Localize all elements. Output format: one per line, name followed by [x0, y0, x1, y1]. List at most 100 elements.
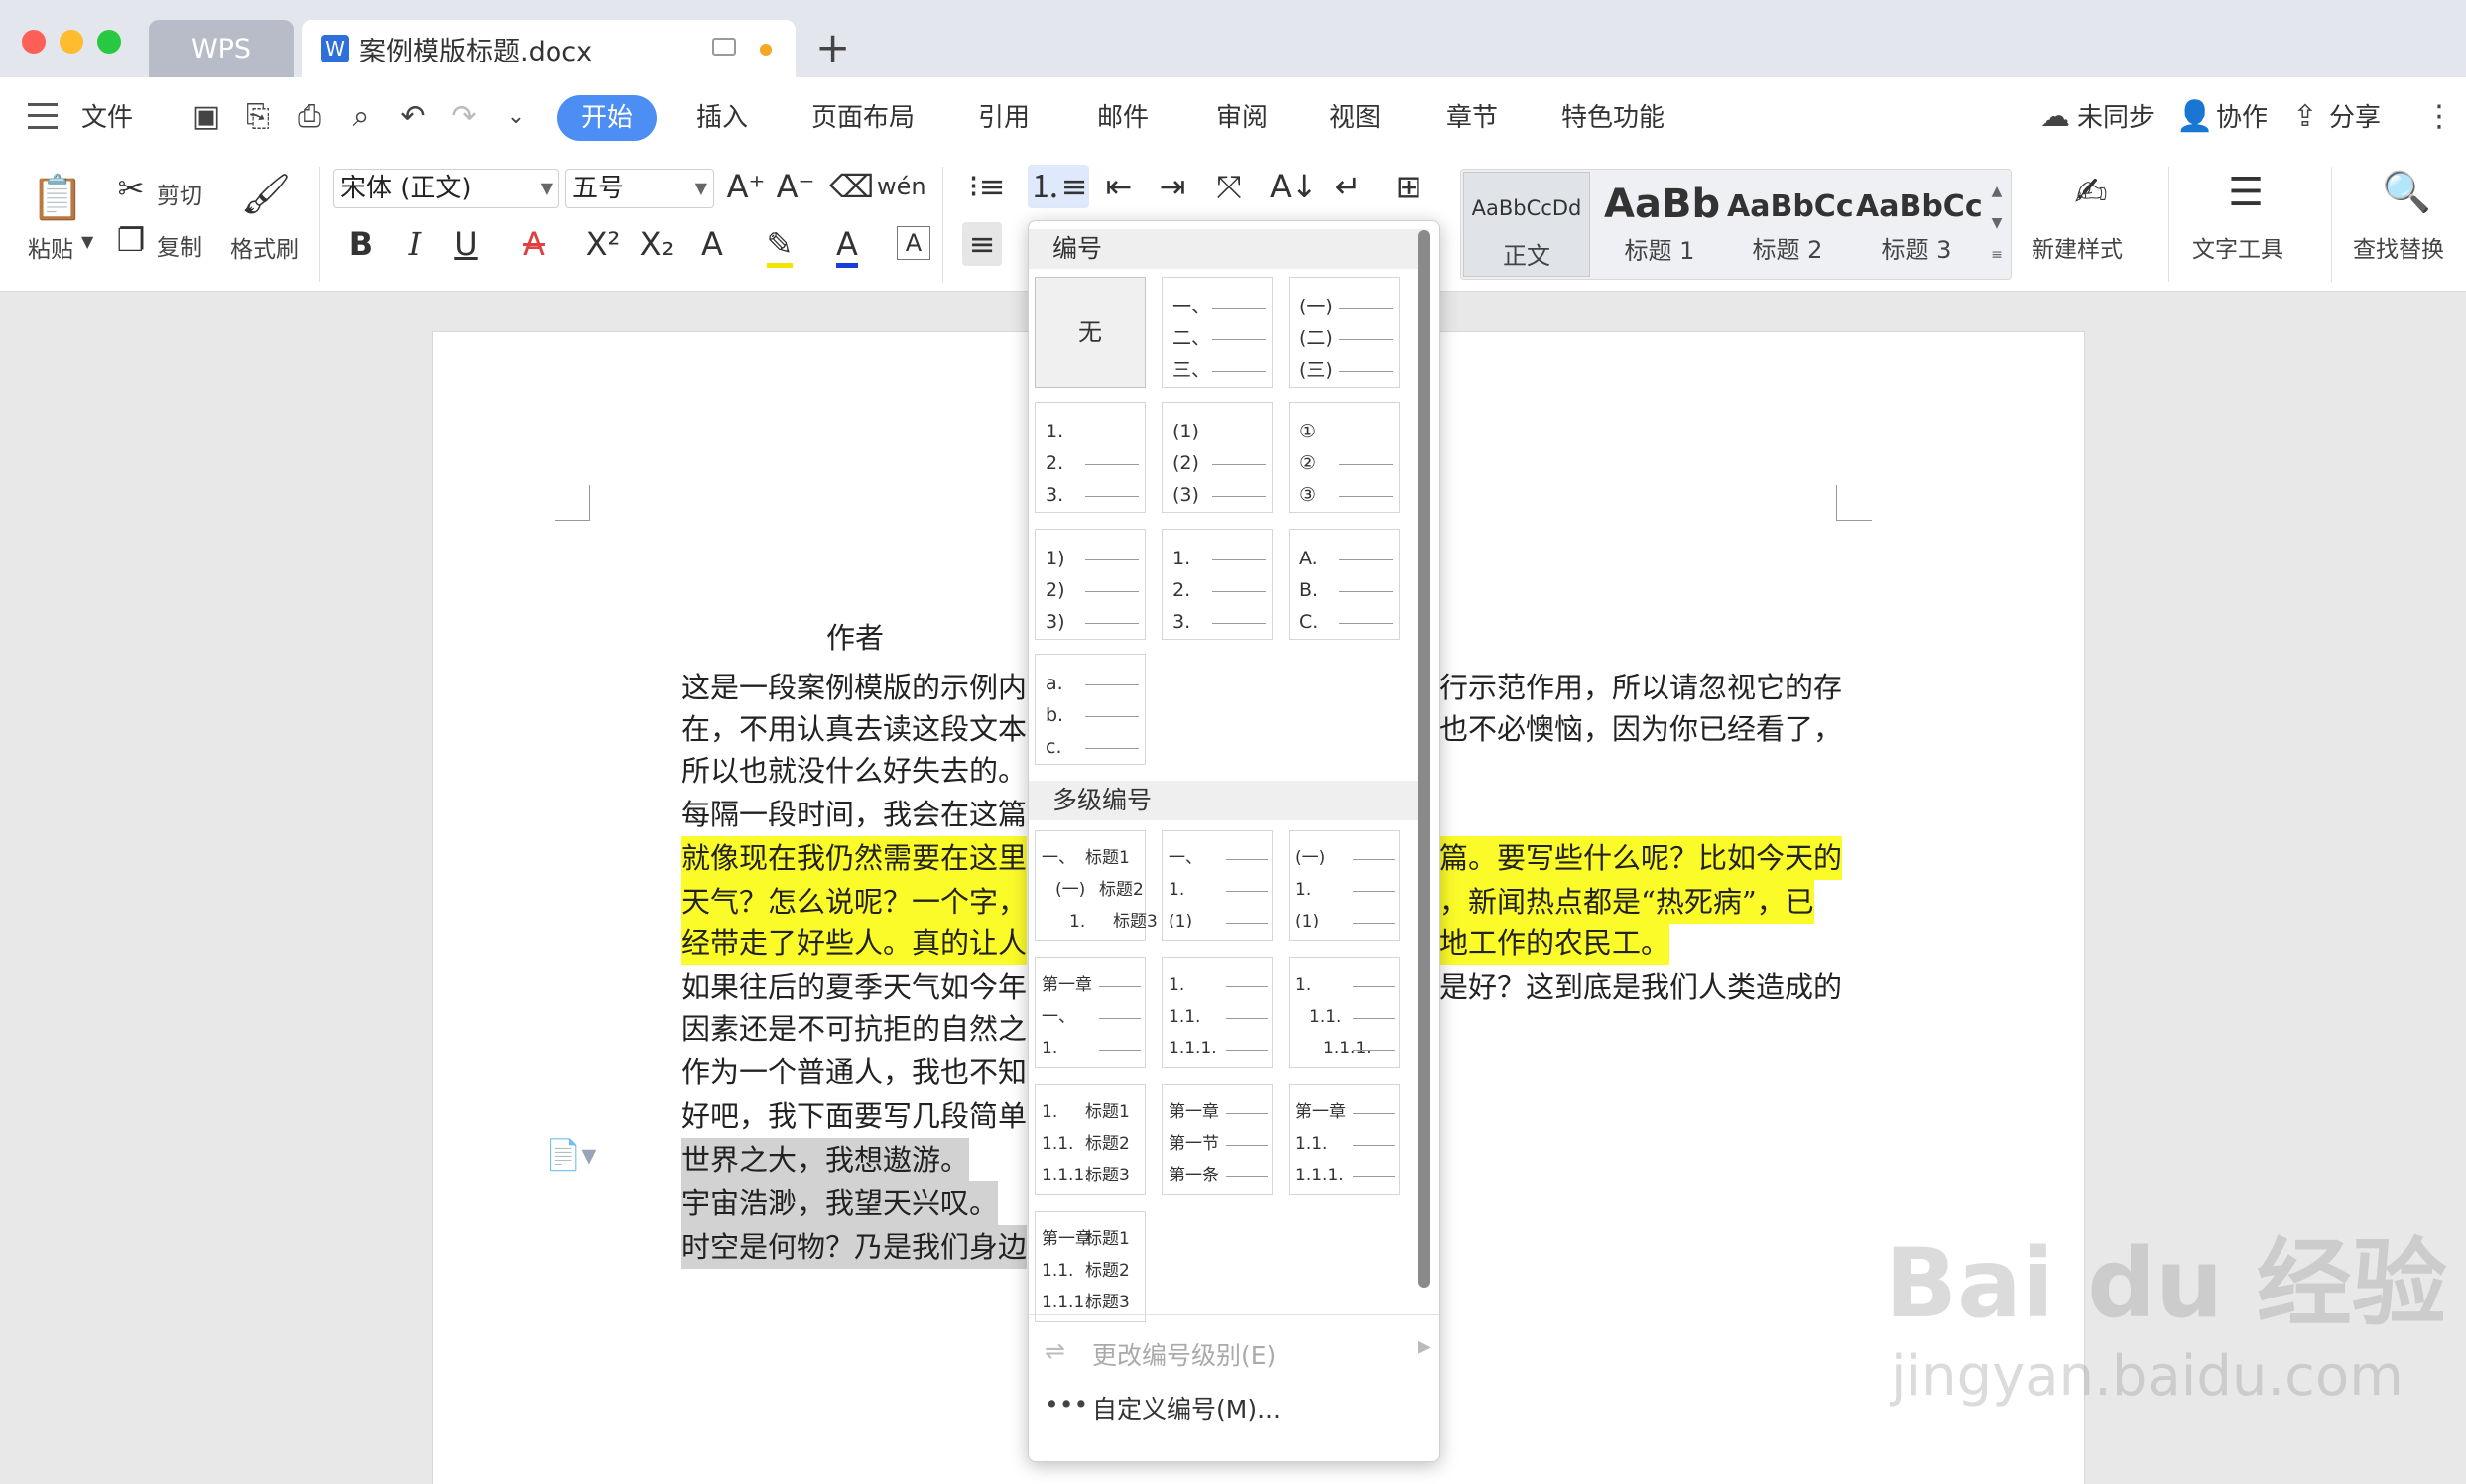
save-icon[interactable]: ▣: [188, 97, 224, 137]
collaborate-button[interactable]: 协作: [2216, 97, 2268, 139]
tab-references[interactable]: 引用: [978, 97, 1030, 139]
multilevel-style-option[interactable]: 1. 1.1. 1.1.1.: [1289, 957, 1400, 1068]
increase-indent-icon[interactable]: ⇥: [1153, 165, 1192, 208]
multilevel-style-option[interactable]: 1. 标题1 1.1. 标题2 1.1.1. 标题3: [1035, 1084, 1146, 1195]
font-color-icon[interactable]: A: [829, 222, 865, 268]
text-effect-icon[interactable]: A: [694, 222, 730, 266]
style-heading1[interactable]: AaBb( 标题 1: [1596, 172, 1723, 277]
print-preview-icon[interactable]: ⌕: [343, 97, 379, 137]
new-style-icon[interactable]: ✍: [2063, 165, 2119, 220]
more-quick-access-icon[interactable]: ⌄: [498, 97, 534, 137]
tab-special-features[interactable]: 特色功能: [1561, 97, 1665, 139]
show-marks-icon[interactable]: ↵: [1323, 165, 1373, 208]
align-left-icon[interactable]: ≡: [962, 222, 1002, 266]
zoom-window-button[interactable]: [97, 30, 121, 54]
clear-format-icon[interactable]: ⌫: [829, 165, 874, 208]
tab-review[interactable]: 审阅: [1216, 97, 1268, 139]
tab-chapter[interactable]: 章节: [1446, 97, 1498, 139]
tab-view[interactable]: 视图: [1329, 97, 1381, 139]
monitor-icon[interactable]: [712, 38, 736, 56]
shrink-font-icon[interactable]: A⁻: [776, 165, 815, 208]
multilevel-style-option[interactable]: 一、 标题1 (一) 标题2 1. 标题3: [1035, 830, 1158, 941]
multilevel-style-option[interactable]: 一、 1. (1): [1162, 830, 1273, 941]
format-painter-icon[interactable]: 🖌: [238, 167, 294, 222]
numbered-list-icon[interactable]: ⒈≡: [1028, 165, 1089, 208]
bold-icon[interactable]: B: [343, 222, 379, 266]
copy-button[interactable]: 复制: [157, 228, 202, 262]
multilevel-style-option[interactable]: 第一章 一、 1.: [1035, 957, 1146, 1068]
tab-home[interactable]: 开始: [581, 97, 633, 139]
numbering-style-option[interactable]: 1. 2. 3.: [1035, 402, 1146, 513]
numbering-style-option[interactable]: a. b. c.: [1035, 654, 1146, 765]
export-pdf-icon[interactable]: ⎘: [240, 97, 276, 137]
underline-icon[interactable]: U: [448, 222, 484, 266]
file-menu[interactable]: 文件: [81, 97, 133, 139]
decrease-indent-icon[interactable]: ⇤: [1099, 165, 1139, 208]
multilevel-style-option[interactable]: 第一章 标题1 1.1. 标题2 1.1.1. 标题3: [1035, 1211, 1146, 1322]
sort-icon[interactable]: A↓: [1270, 165, 1318, 208]
font-name-select[interactable]: 宋体 (正文) ▼: [333, 169, 559, 208]
new-tab-button[interactable]: +: [815, 22, 850, 73]
format-painter-button[interactable]: 格式刷: [230, 230, 299, 264]
numbering-style-option[interactable]: 1. 2. 3.: [1162, 529, 1273, 640]
style-heading3[interactable]: AaBbCc 标题 3: [1852, 172, 1981, 277]
scissors-icon[interactable]: ✂: [111, 167, 151, 210]
cut-button[interactable]: 剪切: [157, 177, 202, 210]
collaborate-icon[interactable]: 👤: [2176, 97, 2213, 137]
sync-status[interactable]: 未同步: [2077, 97, 2155, 139]
numbering-style-option[interactable]: 1) 2) 3): [1035, 529, 1146, 640]
close-window-button[interactable]: [22, 30, 46, 54]
magnifier-icon[interactable]: 🔍: [2379, 165, 2434, 220]
undo-icon[interactable]: ↶: [395, 97, 431, 137]
hamburger-menu-icon[interactable]: [28, 103, 58, 129]
find-replace-button[interactable]: 查找替换: [2353, 230, 2444, 264]
copy-icon[interactable]: ❐: [111, 218, 151, 262]
paragraph-handle-icon[interactable]: 📄▾: [545, 1138, 596, 1173]
redo-icon[interactable]: ↷: [446, 97, 482, 137]
phonetic-guide-icon[interactable]: wén: [877, 165, 926, 208]
style-heading2[interactable]: AaBbCc 标题 2: [1723, 172, 1852, 277]
numbering-style-option[interactable]: (1) (2) (3): [1162, 402, 1273, 513]
new-style-button[interactable]: 新建样式: [2032, 230, 2123, 264]
paste-button[interactable]: 粘贴: [28, 230, 73, 264]
minimize-window-button[interactable]: [60, 30, 83, 54]
grow-font-icon[interactable]: A⁺: [726, 165, 766, 208]
multilevel-style-option[interactable]: 第一章 第一节 第一条: [1162, 1084, 1273, 1195]
share-icon[interactable]: ⇪: [2287, 97, 2323, 137]
char-border-icon[interactable]: A: [897, 226, 930, 260]
tab-stops-icon[interactable]: ⊞: [1387, 165, 1430, 208]
print-icon[interactable]: ⎙: [292, 97, 327, 137]
multilevel-style-option[interactable]: 1. 1.1. 1.1.1.: [1162, 957, 1273, 1068]
text-tools-button[interactable]: 文字工具: [2192, 230, 2283, 264]
numbering-style-option[interactable]: 一、 二、 三、: [1162, 277, 1273, 388]
tab-mailings[interactable]: 邮件: [1097, 97, 1149, 139]
style-normal[interactable]: AaBbCcDd 正文: [1463, 172, 1590, 277]
cloud-sync-icon[interactable]: ☁: [2035, 97, 2075, 137]
numbering-style-option[interactable]: A. B. C.: [1289, 529, 1400, 640]
dropdown-scrollbar[interactable]: [1418, 230, 1430, 1288]
tab-insert[interactable]: 插入: [696, 97, 748, 139]
bullet-list-icon[interactable]: ⁝≡: [962, 165, 1012, 208]
numbering-none-option[interactable]: 无: [1035, 277, 1146, 388]
superscript-icon[interactable]: X²: [583, 222, 623, 266]
tab-page-layout[interactable]: 页面布局: [811, 97, 915, 139]
numbering-style-option[interactable]: ① ② ③: [1289, 402, 1400, 513]
multilevel-style-option[interactable]: (一) 1. (1): [1289, 830, 1400, 941]
text-tools-icon[interactable]: ☰: [2218, 165, 2274, 220]
tab-wps[interactable]: WPS: [149, 20, 294, 77]
tab-document[interactable]: W 案例模版标题.docx: [302, 20, 796, 77]
italic-icon[interactable]: I: [397, 222, 432, 266]
strikethrough-icon[interactable]: A: [516, 222, 552, 266]
numbering-style-option[interactable]: (一) (二) (三): [1289, 277, 1400, 388]
share-button[interactable]: 分享: [2329, 97, 2381, 139]
subscript-icon[interactable]: X₂: [637, 222, 677, 266]
chinese-layout-icon[interactable]: ⤧: [1204, 165, 1254, 208]
paste-icon[interactable]: 📋: [30, 171, 85, 226]
highlight-pen-icon[interactable]: ✎: [760, 222, 800, 268]
multilevel-style-option[interactable]: 第一章 1.1. 1.1.1.: [1289, 1084, 1400, 1195]
gallery-scroll-controls[interactable]: ▲ ▼ ≡: [1987, 176, 2007, 271]
more-options-icon[interactable]: ⋮: [2424, 97, 2454, 137]
paste-dropdown-icon[interactable]: ▼: [81, 232, 93, 251]
custom-numbering-menu-item[interactable]: 自定义编号(M)...: [1092, 1390, 1281, 1425]
font-size-select[interactable]: 五号 ▼: [565, 169, 714, 208]
